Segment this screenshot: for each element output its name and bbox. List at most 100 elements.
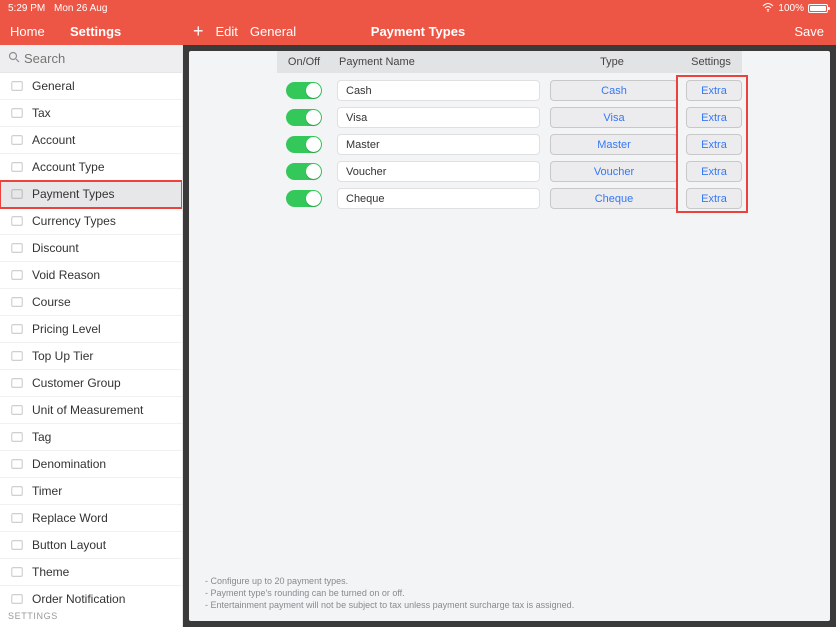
toggle-visa[interactable] (286, 109, 322, 126)
table-row: Cash Extra (277, 77, 742, 104)
payment-name-input[interactable] (337, 80, 540, 101)
search-box[interactable] (0, 45, 182, 73)
statusbar-right: 100% (762, 3, 828, 15)
sidebar-item-void-reason[interactable]: Void Reason (0, 262, 182, 289)
sidebar-item-button-layout[interactable]: Button Layout (0, 532, 182, 559)
add-button[interactable]: + (193, 22, 204, 40)
payment-name-input[interactable] (337, 107, 540, 128)
sidebar-item-pricing-level[interactable]: Pricing Level (0, 316, 182, 343)
extra-button-cheque[interactable]: Extra (686, 188, 742, 209)
save-button[interactable]: Save (794, 24, 824, 39)
sidebar-item-general[interactable]: General (0, 73, 182, 100)
table-rows: Cash Extra Visa Extra Master Extra Voucher Extr… (277, 73, 742, 212)
sidebar-footer: SETTINGS (0, 605, 182, 627)
type-button-cheque[interactable]: Cheque (550, 188, 678, 209)
menu-item-icon (8, 185, 26, 203)
sidebar-item-label: Theme (32, 565, 69, 579)
menu-item-icon (8, 158, 26, 176)
toggle-cash[interactable] (286, 82, 322, 99)
menu-item-icon (8, 239, 26, 257)
menu-item-icon (8, 401, 26, 419)
sidebar-item-label: Unit of Measurement (32, 403, 143, 417)
main-panel: On/Off Payment Name Type Settings Cash Ex… (189, 51, 830, 621)
general-button[interactable]: General (250, 24, 296, 39)
menu-item-icon (8, 590, 26, 605)
wifi-icon (762, 3, 774, 15)
toggle-voucher[interactable] (286, 163, 322, 180)
sidebar-item-customer-group[interactable]: Customer Group (0, 370, 182, 397)
sidebar: General Tax Account Account Type Payment Typ… (0, 45, 183, 627)
edit-button[interactable]: Edit (216, 24, 238, 39)
sidebar-item-label: Account Type (32, 160, 105, 174)
sidebar-item-order-notification[interactable]: Order Notification (0, 586, 182, 605)
menu-item-icon (8, 347, 26, 365)
table-header: On/Off Payment Name Type Settings (277, 51, 742, 73)
sidebar-item-label: Course (32, 295, 71, 309)
type-button-voucher[interactable]: Voucher (550, 161, 678, 182)
menu-item-icon (8, 536, 26, 554)
sidebar-item-discount[interactable]: Discount (0, 235, 182, 262)
type-button-cash[interactable]: Cash (550, 80, 678, 101)
sidebar-item-course[interactable]: Course (0, 289, 182, 316)
menu-item-icon (8, 77, 26, 95)
settings-heading: Settings (60, 24, 121, 39)
menu-item-icon (8, 374, 26, 392)
menu-item-icon (8, 482, 26, 500)
col-onoff: On/Off (277, 56, 331, 68)
menu-item-icon (8, 293, 26, 311)
sidebar-item-label: Tax (32, 106, 51, 120)
table-row: Visa Extra (277, 104, 742, 131)
search-input[interactable] (24, 51, 174, 66)
extra-button-cash[interactable]: Extra (686, 80, 742, 101)
statusbar-left: 5:29 PM Mon 26 Aug (8, 3, 113, 14)
toggle-master[interactable] (286, 136, 322, 153)
type-button-master[interactable]: Master (550, 134, 678, 155)
menu-item-icon (8, 509, 26, 527)
col-settings: Settings (680, 56, 742, 68)
extra-button-visa[interactable]: Extra (686, 107, 742, 128)
payment-name-input[interactable] (337, 161, 540, 182)
sidebar-item-timer[interactable]: Timer (0, 478, 182, 505)
sidebar-item-replace-word[interactable]: Replace Word (0, 505, 182, 532)
extra-button-master[interactable]: Extra (686, 134, 742, 155)
statusbar-date: Mon 26 Aug (54, 3, 107, 14)
extra-button-voucher[interactable]: Extra (686, 161, 742, 182)
sidebar-item-label: Denomination (32, 457, 106, 471)
payment-name-input[interactable] (337, 134, 540, 155)
search-icon (8, 51, 20, 66)
sidebar-item-label: Void Reason (32, 268, 100, 282)
sidebar-item-label: Timer (32, 484, 62, 498)
sidebar-item-unit-of-measurement[interactable]: Unit of Measurement (0, 397, 182, 424)
menu-item-icon (8, 455, 26, 473)
menu-item-icon (8, 131, 26, 149)
menu-item-icon (8, 212, 26, 230)
menu-item-icon (8, 320, 26, 338)
payment-name-input[interactable] (337, 188, 540, 209)
battery-icon (808, 4, 828, 13)
sidebar-item-tag[interactable]: Tag (0, 424, 182, 451)
sidebar-item-top-up-tier[interactable]: Top Up Tier (0, 343, 182, 370)
sidebar-item-label: Discount (32, 241, 79, 255)
sidebar-item-theme[interactable]: Theme (0, 559, 182, 586)
sidebar-item-tax[interactable]: Tax (0, 100, 182, 127)
statusbar-time: 5:29 PM (8, 3, 45, 14)
sidebar-item-label: Order Notification (32, 592, 125, 605)
sidebar-item-denomination[interactable]: Denomination (0, 451, 182, 478)
sidebar-item-label: Currency Types (32, 214, 116, 228)
sidebar-item-label: Account (32, 133, 75, 147)
menu-item-icon (8, 104, 26, 122)
status-bar: 5:29 PM Mon 26 Aug 100% (0, 0, 836, 17)
sidebar-item-account-type[interactable]: Account Type (0, 154, 182, 181)
footnote: Payment type's rounding can be turned on… (205, 587, 814, 599)
sidebar-item-currency-types[interactable]: Currency Types (0, 208, 182, 235)
toggle-cheque[interactable] (286, 190, 322, 207)
sidebar-item-payment-types[interactable]: Payment Types (0, 181, 182, 208)
type-button-visa[interactable]: Visa (550, 107, 678, 128)
menu-item-icon (8, 428, 26, 446)
sidebar-item-account[interactable]: Account (0, 127, 182, 154)
home-button[interactable]: Home (0, 24, 60, 39)
table-row: Master Extra (277, 131, 742, 158)
footnote: Entertainment payment will not be subjec… (205, 599, 814, 611)
sidebar-menu[interactable]: General Tax Account Account Type Payment Typ… (0, 73, 182, 605)
sidebar-item-label: Payment Types (32, 187, 115, 201)
